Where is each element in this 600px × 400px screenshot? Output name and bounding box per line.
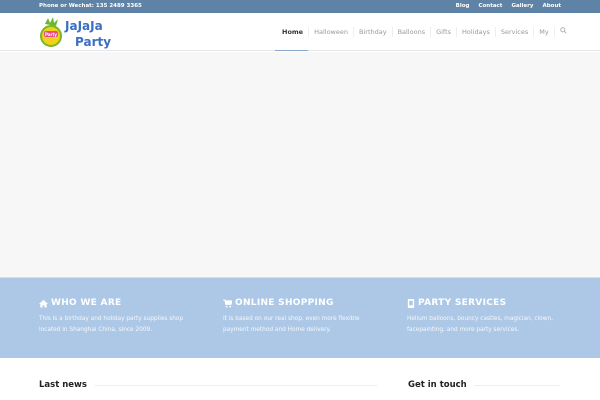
nav-halloween[interactable]: Halloween [308,27,353,37]
logo-text-2: Party [75,35,111,49]
footer-widgets: Last news Get in touch [0,358,600,400]
nav-birthday[interactable]: Birthday [353,27,392,37]
divider [474,385,560,386]
get-in-touch-heading: Get in touch [408,380,467,390]
feature-text: It is based on our real shop, even more … [223,316,360,333]
feature-text: Helium balloons, bouncy castles, magicia… [407,316,553,333]
feature-title: WHO WE ARE [51,298,122,308]
top-link-gallery[interactable]: Gallery [511,3,533,9]
top-link-contact[interactable]: Contact [478,3,502,9]
nav-gifts[interactable]: Gifts [430,27,456,37]
feature-party-services: PARTY SERVICES Helium balloons, bouncy c… [407,298,557,336]
nav-home[interactable]: Home [274,27,309,51]
nav-services[interactable]: Services [494,27,533,37]
nav-balloons[interactable]: Balloons [391,27,431,37]
feature-online-shopping: ONLINE SHOPPING It is based on our real … [223,298,373,336]
top-link-blog[interactable]: Blog [456,3,470,9]
top-link-about[interactable]: About [542,3,561,9]
nav-holidays[interactable]: Holidays [456,27,495,37]
top-links: Blog Contact Gallery About [456,3,561,9]
main-nav: Home Halloween Birthday Balloons Gifts H… [274,13,572,51]
home-icon [39,299,48,308]
top-bar: Phone or Wechat: 135 2489 3365 Blog Cont… [0,0,600,13]
header: Party JaJaJa Party Home Halloween Birthd… [0,13,600,51]
cart-icon [223,298,232,308]
nav-my[interactable]: My [533,27,553,37]
feature-title: ONLINE SHOPPING [235,298,334,308]
logo-badge: Party [45,32,57,37]
feature-title: PARTY SERVICES [418,298,507,308]
hero-slider [0,52,600,278]
logo-text-1: JaJaJa [64,19,103,33]
last-news-heading: Last news [39,380,87,390]
search-icon[interactable] [553,27,572,37]
features-band: WHO WE ARE This is a birthday and holida… [0,278,600,358]
phone-contact: Phone or Wechat: 135 2489 3365 [39,3,142,9]
feature-text: This is a birthday and holiday party sup… [39,316,184,333]
feature-who-we-are: WHO WE ARE This is a birthday and holida… [39,298,189,336]
divider [95,385,377,386]
phone-icon [407,298,415,308]
logo[interactable]: Party JaJaJa Party [39,16,123,50]
